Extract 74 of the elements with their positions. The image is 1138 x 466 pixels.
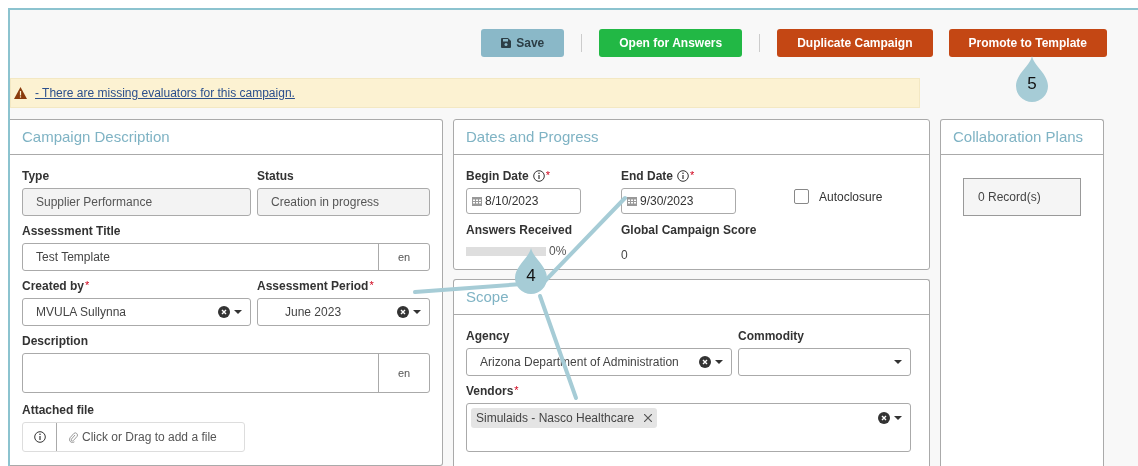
multi-select-field[interactable]: Simulaids - Nasco Healthcare [466, 403, 911, 452]
caret-icon[interactable] [715, 359, 723, 365]
date-value: 8/10/2023 [485, 193, 539, 210]
clear-icon[interactable] [397, 306, 409, 318]
text-field[interactable]: Test Template en [22, 243, 430, 271]
checkbox[interactable] [794, 189, 809, 204]
clear-icon[interactable] [218, 306, 230, 318]
calendar-icon [627, 196, 637, 206]
save-button[interactable]: Save [481, 29, 565, 57]
required-mark: * [514, 383, 519, 398]
field-label: Assessment Title [22, 223, 121, 240]
field-label: Agency [466, 328, 510, 345]
caret-icon[interactable] [234, 309, 242, 315]
dropdown[interactable]: Arizona Department of Administration [466, 348, 732, 376]
warning-link[interactable]: - There are missing evaluators for this campaign. [35, 84, 295, 102]
progress-reading: 0% [549, 243, 567, 260]
panel-title: Campaign Description [22, 126, 170, 147]
selected-value: MVULA Sullynna [36, 305, 127, 319]
date-field[interactable]: 9/30/2023 [621, 188, 736, 214]
remove-icon[interactable] [644, 414, 653, 422]
caret-icon[interactable] [413, 309, 421, 315]
field-label: Description [22, 333, 88, 350]
action-button[interactable]: Promote to Template [948, 29, 1107, 57]
clear-icon[interactable] [878, 412, 890, 424]
records-box[interactable]: 0 Record(s) [963, 178, 1081, 216]
text-field[interactable]: en [22, 353, 430, 393]
callout-marker [515, 248, 547, 294]
field-value: Test Template [36, 249, 110, 266]
info-icon [677, 170, 689, 182]
selected-value: June 2023 [285, 305, 342, 319]
panel-title: Scope [466, 286, 509, 307]
caret-icon[interactable] [894, 415, 902, 421]
info-icon [33, 431, 46, 443]
info-icon [532, 170, 545, 182]
clear-icon[interactable] [699, 356, 711, 368]
field-label: Status [257, 168, 294, 185]
language-code[interactable]: en [397, 248, 411, 266]
file-drop-placeholder: Click or Drag to add a file [82, 429, 217, 446]
score-value: 0 [621, 248, 628, 262]
field-label: Type [22, 168, 50, 185]
required-mark: * [369, 278, 374, 293]
field-label: End Date [621, 168, 673, 185]
selected-value: Arizona Department of Administration [480, 355, 679, 369]
dropdown[interactable]: June 2023 [257, 298, 430, 326]
readonly-field: Supplier Performance [22, 188, 251, 216]
field-label: Commodity [738, 328, 804, 345]
required-mark: * [85, 278, 90, 293]
dropdown[interactable]: MVULA Sullynna [22, 298, 251, 326]
checkbox-label: Autoclosure [819, 188, 883, 206]
callout-number: 5 [1026, 75, 1038, 92]
calendar-icon [472, 196, 482, 206]
field-label: Attached file [22, 402, 94, 419]
field-label: Assessment Period [257, 278, 369, 295]
file-drop-zone[interactable]: Click or Drag to add a file [22, 422, 245, 452]
callout-number: 4 [525, 267, 537, 284]
callout-marker [1016, 56, 1048, 102]
required-mark: * [690, 168, 695, 183]
field-label: Global Campaign Score [621, 222, 757, 239]
date-field[interactable]: 8/10/2023 [466, 188, 581, 214]
warning-icon [14, 87, 27, 99]
panel-title: Collaboration Plans [953, 126, 1084, 147]
field-label: Begin Date [466, 168, 529, 185]
action-button[interactable]: Duplicate Campaign [777, 29, 933, 57]
language-code[interactable]: en [397, 364, 411, 382]
required-mark: * [545, 168, 550, 183]
field-label: Created by [22, 278, 85, 295]
date-value: 9/30/2023 [640, 193, 694, 210]
caret-icon[interactable] [894, 359, 902, 365]
field-label: Answers Received [466, 222, 573, 239]
paperclip-icon [69, 431, 78, 443]
panel-title: Dates and Progress [466, 126, 599, 147]
field-label: Vendors [466, 383, 514, 400]
records-count: 0 Record(s) [978, 189, 1041, 206]
readonly-field: Creation in progress [257, 188, 430, 216]
